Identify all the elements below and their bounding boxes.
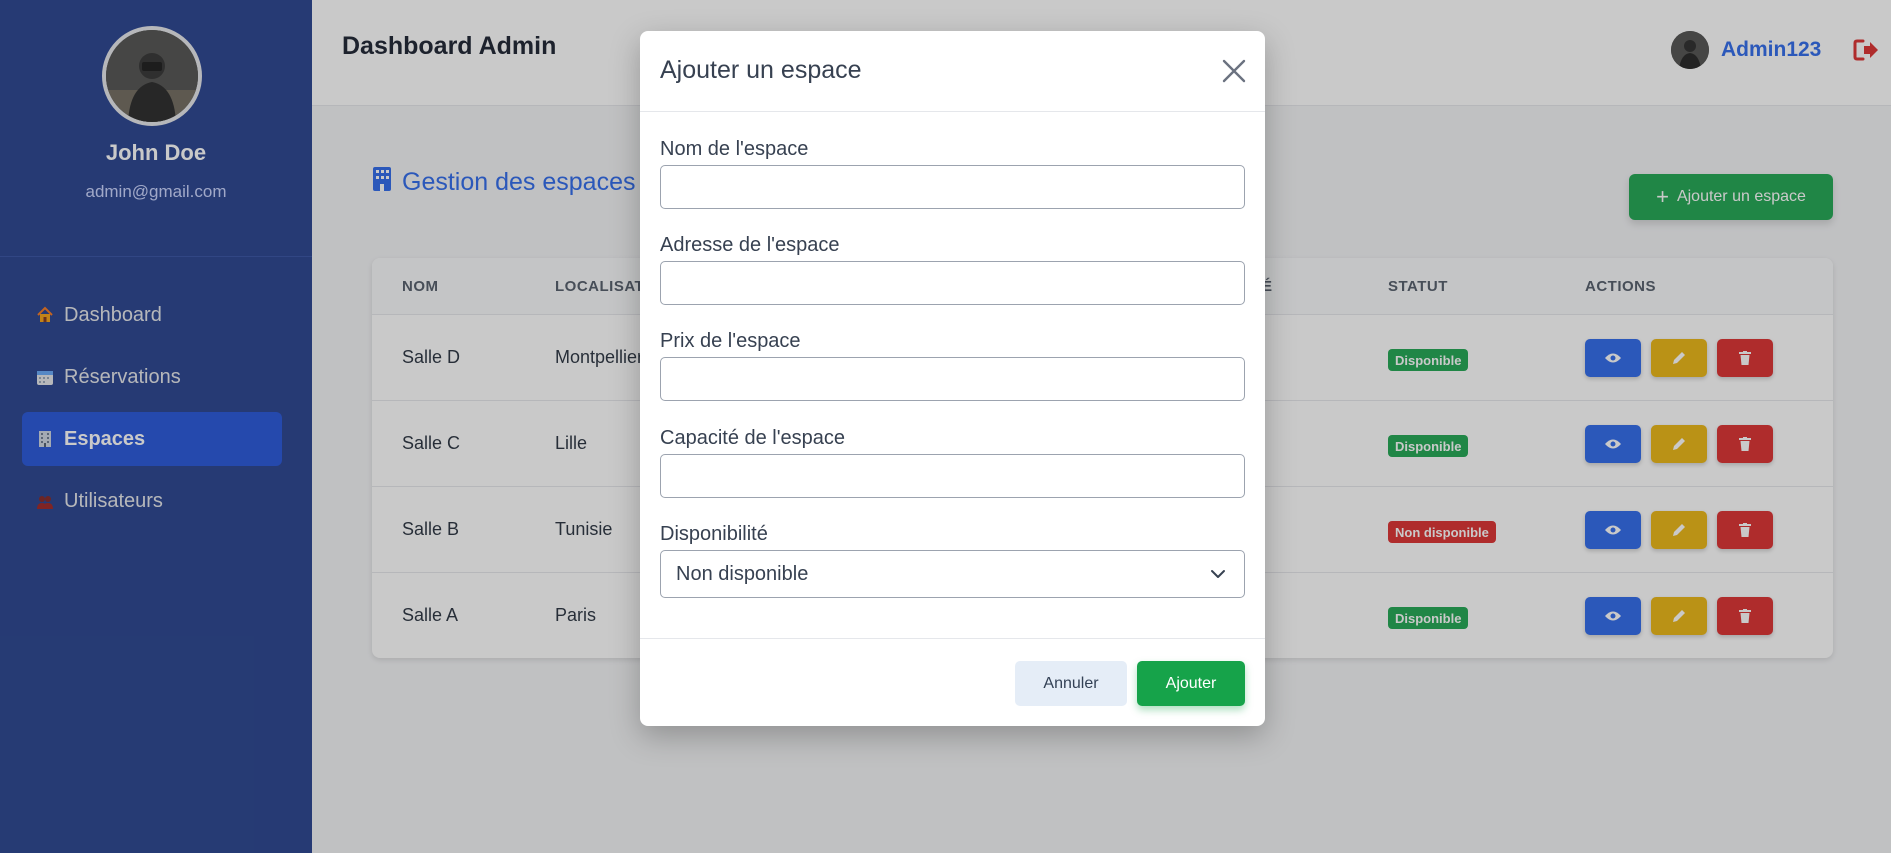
adresse-label: Adresse de l'espace bbox=[660, 234, 840, 256]
prix-label: Prix de l'espace bbox=[660, 330, 801, 352]
adresse-input[interactable] bbox=[660, 261, 1245, 305]
modal-footer: Annuler Ajouter bbox=[640, 638, 1265, 726]
prix-input[interactable] bbox=[660, 357, 1245, 401]
capacite-input[interactable] bbox=[660, 454, 1245, 498]
disponibilite-value: Non disponible bbox=[676, 562, 809, 585]
submit-button[interactable]: Ajouter bbox=[1137, 661, 1245, 706]
modal-title: Ajouter un espace bbox=[660, 56, 862, 84]
nom-label: Nom de l'espace bbox=[660, 138, 809, 160]
nom-input[interactable] bbox=[660, 165, 1245, 209]
disponibilite-label: Disponibilité bbox=[660, 523, 768, 545]
modal-header: Ajouter un espace bbox=[640, 31, 1265, 112]
add-space-modal: Ajouter un espace Nom de l'espace Adress… bbox=[640, 31, 1265, 726]
close-icon[interactable] bbox=[1222, 59, 1246, 83]
chevron-down-icon bbox=[1210, 565, 1226, 588]
disponibilite-select[interactable]: Non disponible bbox=[660, 550, 1245, 598]
cancel-button[interactable]: Annuler bbox=[1015, 661, 1127, 706]
capacite-label: Capacité de l'espace bbox=[660, 427, 846, 449]
